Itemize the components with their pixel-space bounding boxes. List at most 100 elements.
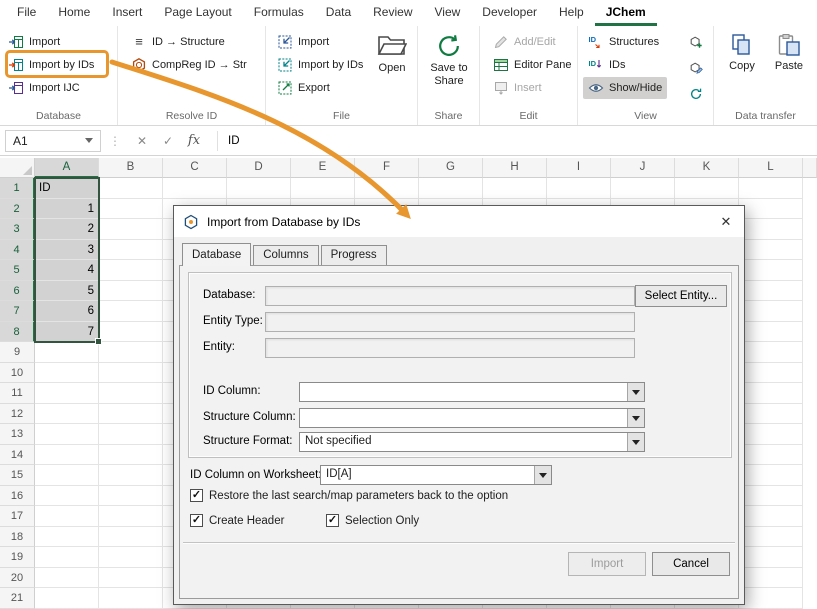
cell-G1[interactable] [419, 178, 483, 199]
view-structures-button[interactable]: ID Structures [583, 31, 664, 53]
cell-A19[interactable] [35, 547, 99, 568]
cell-L5[interactable] [739, 260, 803, 281]
cell-L4[interactable] [739, 240, 803, 261]
cell-B4[interactable] [99, 240, 163, 261]
column-header-D[interactable]: D [227, 158, 291, 178]
cell-L12[interactable] [739, 404, 803, 425]
insert-button[interactable]: Insert [488, 77, 547, 99]
column-header-F[interactable]: F [355, 158, 419, 178]
cell-A14[interactable] [35, 445, 99, 466]
cell-B16[interactable] [99, 486, 163, 507]
paste-button[interactable]: Paste [766, 29, 812, 105]
cell-L14[interactable] [739, 445, 803, 466]
tab-developer[interactable]: Developer [471, 0, 548, 26]
column-header-H[interactable]: H [483, 158, 547, 178]
open-button[interactable]: Open [370, 29, 414, 105]
cell-L10[interactable] [739, 363, 803, 384]
cell-A21[interactable] [35, 588, 99, 609]
row-header-17[interactable]: 17 [0, 506, 35, 527]
row-header-14[interactable]: 14 [0, 445, 35, 466]
cell-L18[interactable] [739, 527, 803, 548]
worksheet-dropdown-arrow-icon[interactable] [534, 466, 551, 484]
cell-B13[interactable] [99, 424, 163, 445]
cell-A20[interactable] [35, 568, 99, 589]
row-header-8[interactable]: 8 [0, 322, 35, 343]
cell-E1[interactable] [291, 178, 355, 199]
cell-L3[interactable] [739, 219, 803, 240]
cell-A12[interactable] [35, 404, 99, 425]
cell-A17[interactable] [35, 506, 99, 527]
row-header-20[interactable]: 20 [0, 568, 35, 589]
cell-L17[interactable] [739, 506, 803, 527]
cell-A1[interactable]: ID [35, 178, 99, 199]
name-box-dropdown-icon[interactable] [85, 138, 93, 143]
row-header-6[interactable]: 6 [0, 281, 35, 302]
cell-B1[interactable] [99, 178, 163, 199]
select-all-corner[interactable] [0, 158, 35, 178]
copy-button[interactable]: Copy [720, 29, 764, 105]
cell-B5[interactable] [99, 260, 163, 281]
cell-B3[interactable] [99, 219, 163, 240]
tab-help[interactable]: Help [548, 0, 595, 26]
cell-A11[interactable] [35, 383, 99, 404]
cell-B9[interactable] [99, 342, 163, 363]
tab-data[interactable]: Data [315, 0, 362, 26]
cell-A5[interactable]: 4 [35, 260, 99, 281]
row-header-12[interactable]: 12 [0, 404, 35, 425]
create-header-checkbox[interactable]: ✓ Create Header [190, 514, 284, 527]
cell-B17[interactable] [99, 506, 163, 527]
row-header-10[interactable]: 10 [0, 363, 35, 384]
cell-B2[interactable] [99, 199, 163, 220]
cell-A6[interactable]: 5 [35, 281, 99, 302]
cell-L11[interactable] [739, 383, 803, 404]
worksheet-column-dropdown[interactable]: ID[A] [320, 465, 552, 485]
cell-A18[interactable] [35, 527, 99, 548]
cell-A2[interactable]: 1 [35, 199, 99, 220]
tab-home[interactable]: Home [47, 0, 101, 26]
row-header-18[interactable]: 18 [0, 527, 35, 548]
cell-B20[interactable] [99, 568, 163, 589]
cell-B15[interactable] [99, 465, 163, 486]
cell-L16[interactable] [739, 486, 803, 507]
column-header-A[interactable]: A [35, 158, 99, 178]
cell-C1[interactable] [163, 178, 227, 199]
id-column-dropdown[interactable] [299, 382, 645, 402]
row-header-13[interactable]: 13 [0, 424, 35, 445]
row-header-15[interactable]: 15 [0, 465, 35, 486]
name-box[interactable]: A1 [5, 130, 101, 152]
file-import-by-ids-button[interactable]: Import by IDs [272, 54, 368, 76]
dialog-title-bar[interactable]: Import from Database by IDs [174, 206, 744, 237]
add-structure-tool-button[interactable] [686, 32, 706, 52]
cell-A9[interactable] [35, 342, 99, 363]
structure-format-dropdown[interactable]: Not specified [299, 432, 645, 452]
refresh-tool-button[interactable] [686, 84, 706, 104]
select-entity-button[interactable]: Select Entity... [635, 285, 727, 307]
cell-B12[interactable] [99, 404, 163, 425]
selection-only-checkbox-box[interactable]: ✓ [326, 514, 339, 527]
dialog-close-button[interactable]: ✕ [711, 209, 741, 234]
cell-B18[interactable] [99, 527, 163, 548]
row-header-3[interactable]: 3 [0, 219, 35, 240]
tab-insert[interactable]: Insert [101, 0, 153, 26]
formula-enter-button[interactable]: ✓ [155, 130, 181, 152]
import-by-ids-button[interactable]: Import by IDs [3, 54, 99, 76]
editor-pane-button[interactable]: Editor Pane [488, 54, 576, 76]
cell-I1[interactable] [547, 178, 611, 199]
cell-L9[interactable] [739, 342, 803, 363]
view-ids-button[interactable]: ID IDs [583, 54, 631, 76]
id-column-dropdown-arrow-icon[interactable] [627, 383, 644, 401]
cell-B8[interactable] [99, 322, 163, 343]
create-header-checkbox-box[interactable]: ✓ [190, 514, 203, 527]
cell-A8[interactable]: 7 [35, 322, 99, 343]
row-header-2[interactable]: 2 [0, 199, 35, 220]
restore-parameters-checkbox[interactable]: ✓ Restore the last search/map parameters… [190, 489, 508, 502]
tab-formulas[interactable]: Formulas [243, 0, 315, 26]
column-header-J[interactable]: J [611, 158, 675, 178]
show-hide-button[interactable]: Show/Hide [583, 77, 667, 99]
tab-page-layout[interactable]: Page Layout [153, 0, 242, 26]
add-edit-button[interactable]: Add/Edit [488, 31, 561, 53]
tab-file[interactable]: File [6, 0, 47, 26]
formula-content[interactable]: ID [228, 135, 240, 147]
file-import-button[interactable]: Import [272, 31, 334, 53]
cell-L8[interactable] [739, 322, 803, 343]
